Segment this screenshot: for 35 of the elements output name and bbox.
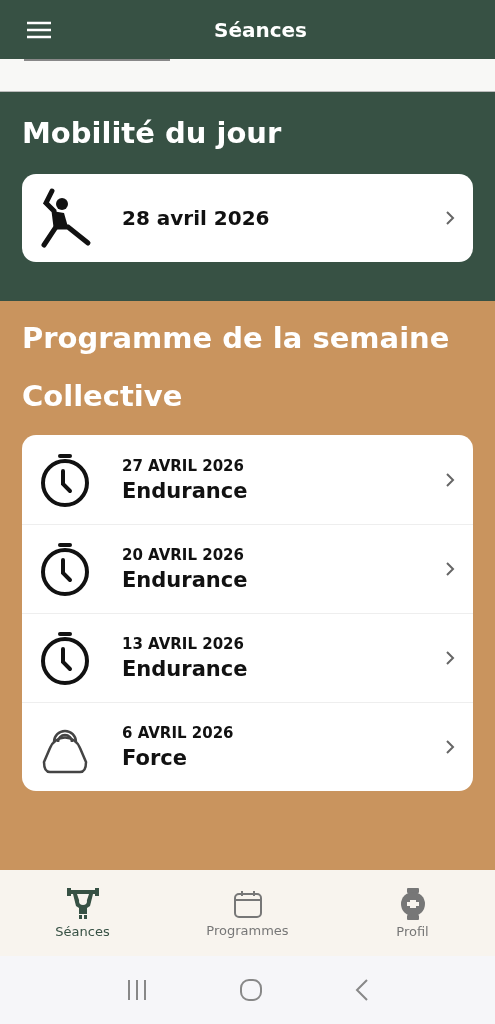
session-row[interactable]: 13 AVRIL 2026 Endurance — [22, 613, 473, 702]
session-row[interactable]: 20 AVRIL 2026 Endurance — [22, 524, 473, 613]
screen-title: Séances — [214, 17, 307, 42]
mobility-card[interactable]: 28 avril 2026 — [22, 174, 473, 262]
nav-tab[interactable]: Programmes — [165, 870, 330, 956]
session-name: Endurance — [122, 568, 249, 592]
stopwatch-icon — [40, 542, 90, 596]
chevron-icon — [445, 210, 455, 226]
home-icon[interactable] — [239, 978, 264, 1002]
back-icon[interactable] — [355, 978, 370, 1002]
chevron-icon — [445, 739, 455, 755]
session-name: Endurance — [122, 478, 249, 503]
chevron-icon — [445, 650, 455, 666]
session-date: 13 AVRIL 2026 — [122, 635, 245, 653]
section-subtitle: Collective — [22, 379, 184, 413]
session-date: 20 AVRIL 2026 — [122, 546, 245, 564]
recent-apps-icon[interactable] — [125, 979, 148, 1001]
chevron-icon — [445, 561, 455, 577]
section-title: Mobilité du jour — [22, 116, 283, 150]
nav-tab[interactable]: Séances — [0, 870, 165, 956]
menu-icon[interactable] — [26, 20, 52, 39]
stopwatch-icon — [40, 631, 90, 685]
session-date: 27 AVRIL 2026 — [122, 456, 245, 475]
chevron-icon — [445, 471, 455, 488]
calendar-icon — [232, 888, 263, 919]
section-title: Programme de la semaine — [22, 321, 451, 355]
session-row[interactable]: 27 AVRIL 2026 Endurance — [22, 435, 473, 524]
date-label: 28 avril 2026 — [122, 206, 271, 230]
session-date: 6 AVRIL 2026 — [122, 724, 235, 742]
session-name: Force — [122, 746, 188, 770]
session-row[interactable]: 6 AVRIL 2026 Force — [22, 702, 473, 791]
stopwatch-icon — [40, 452, 90, 507]
session-name: Endurance — [122, 657, 249, 681]
nav-tab[interactable]: Profil — [330, 870, 495, 956]
smartwatch-icon — [399, 887, 426, 920]
